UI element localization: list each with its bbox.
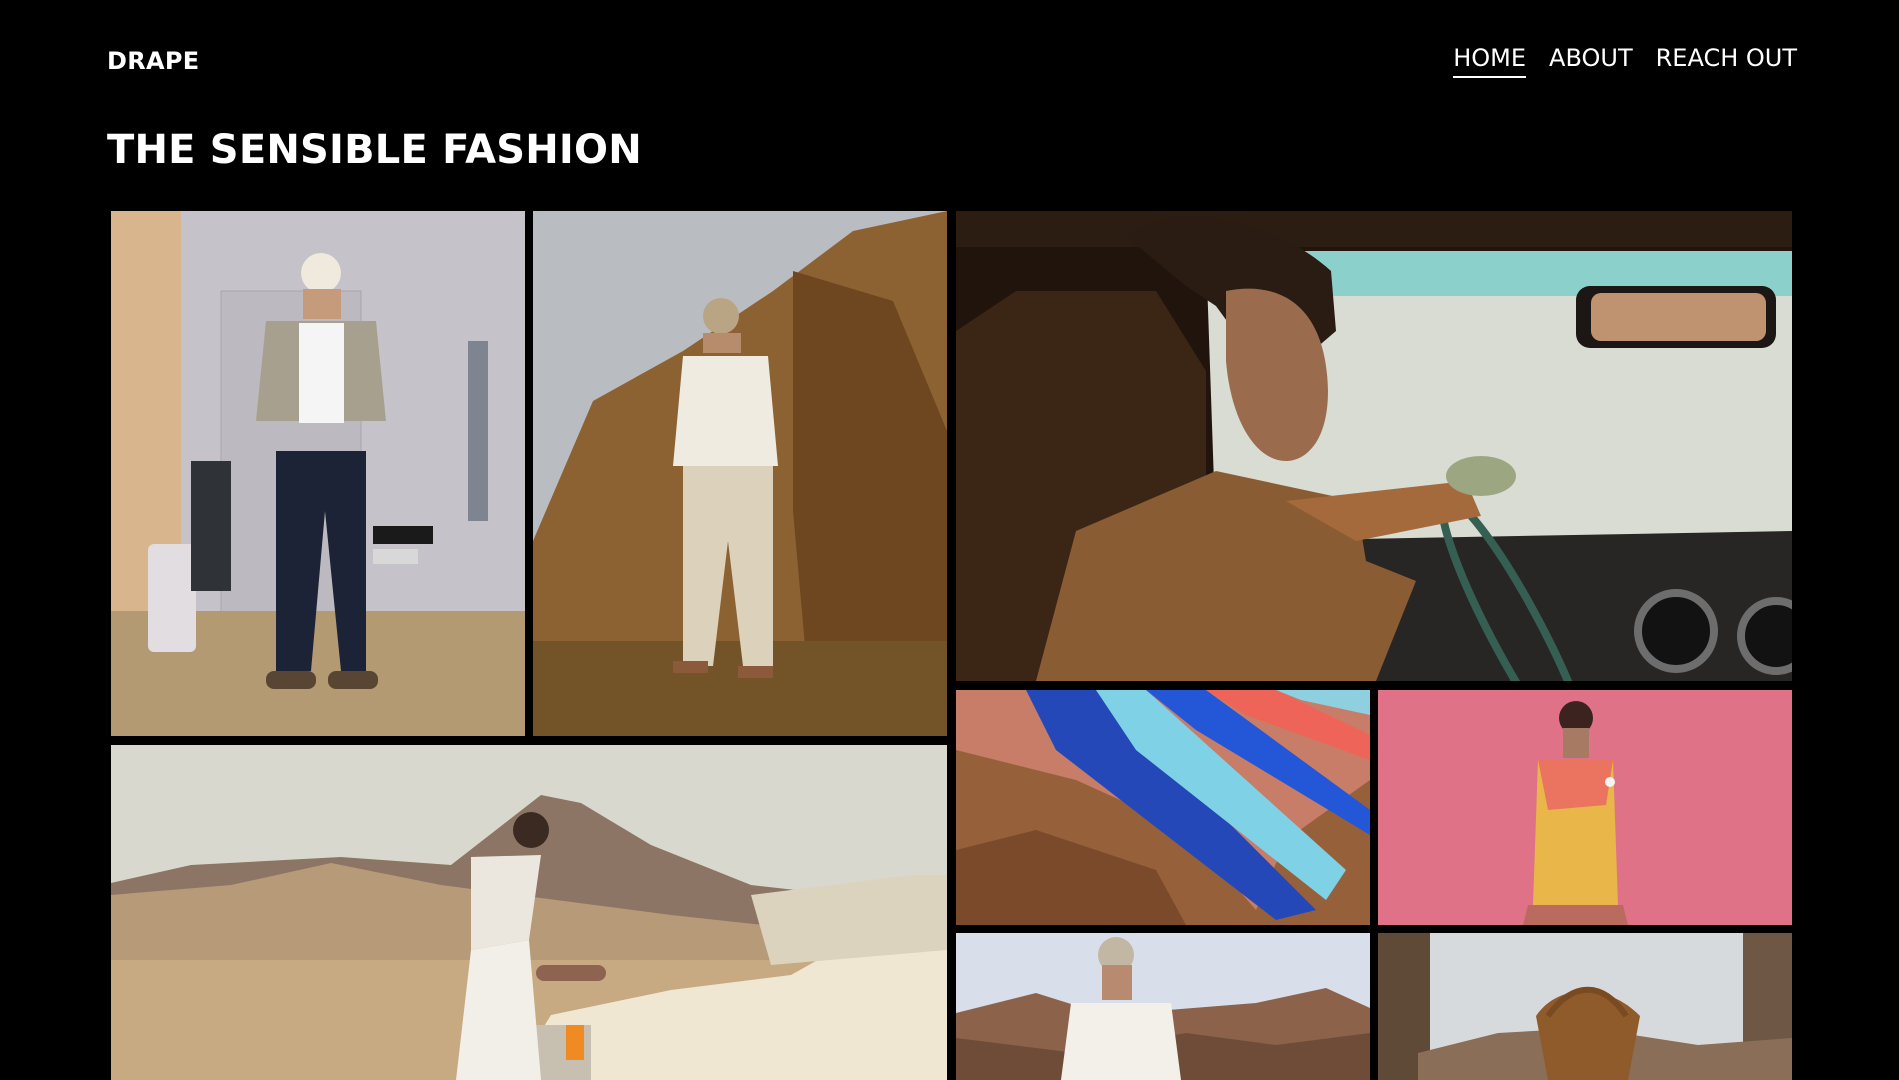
- gallery-photo-desert-car[interactable]: [111, 745, 947, 1080]
- page-title: THE SENSIBLE FASHION: [107, 127, 642, 173]
- nav-about[interactable]: ABOUT: [1549, 44, 1633, 78]
- gallery-photo-textile-detail[interactable]: [956, 690, 1370, 925]
- gallery-photo-studio-outfit[interactable]: [111, 211, 525, 736]
- page: DRAPE HOME ABOUT REACH OUT THE SENSIBLE …: [0, 0, 1899, 1080]
- nav-reach-out[interactable]: REACH OUT: [1656, 44, 1797, 78]
- gallery-photo-pink-wall[interactable]: [1378, 690, 1792, 925]
- brand-logo[interactable]: DRAPE: [107, 47, 199, 75]
- gallery-photo-bag-landscape[interactable]: [1378, 933, 1792, 1080]
- nav-home[interactable]: HOME: [1453, 44, 1527, 78]
- main-nav: HOME ABOUT REACH OUT: [1453, 44, 1797, 78]
- gallery-photo-rock-outfit[interactable]: [533, 211, 947, 736]
- gallery-photo-driving[interactable]: [956, 211, 1792, 681]
- gallery-photo-desert-portrait[interactable]: [956, 933, 1370, 1080]
